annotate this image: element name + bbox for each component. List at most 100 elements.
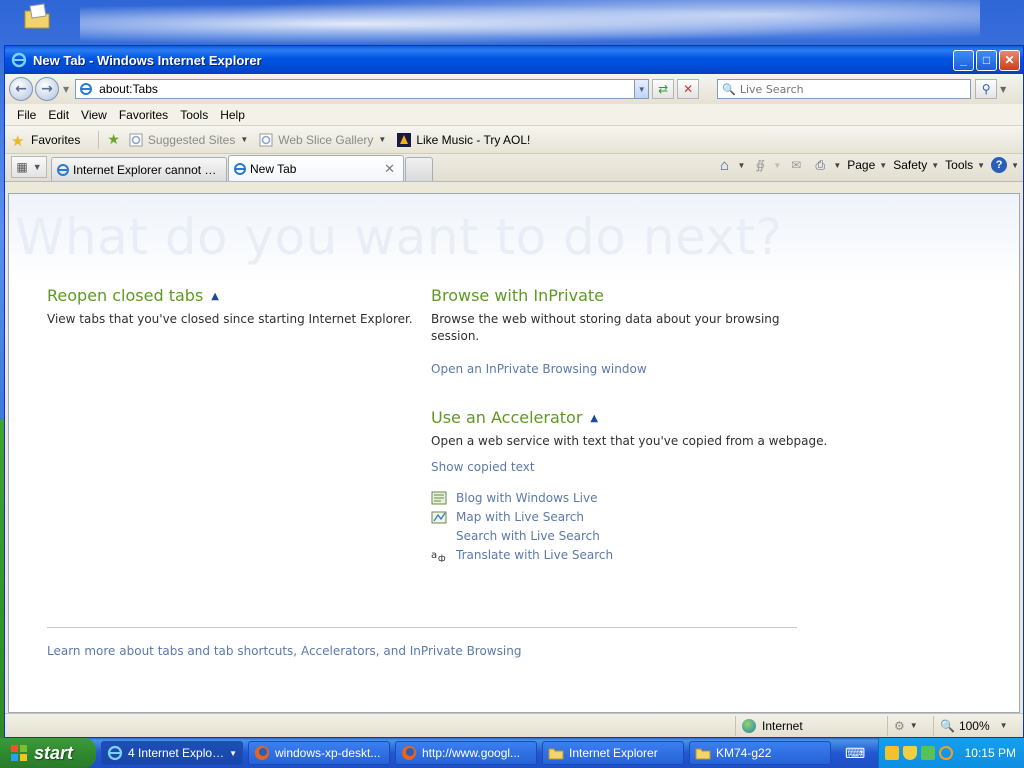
menu-file[interactable]: File	[11, 108, 42, 122]
favorites-button[interactable]: ★ Favorites	[11, 132, 81, 150]
printer-icon: ⎙	[815, 157, 826, 172]
taskbar: start 4 Internet Explorer ▼ windows-xp-d…	[0, 738, 1024, 768]
protected-mode-button[interactable]: ⚙ ▼	[887, 715, 933, 736]
keyboard-icon[interactable]: ⌨	[845, 745, 865, 762]
chevron-down-icon: ▼	[32, 162, 42, 172]
close-button[interactable]: ✕	[999, 49, 1020, 71]
home-button[interactable]: ⌂ ▼	[715, 156, 745, 174]
search-input[interactable]	[739, 82, 971, 96]
folder-icon	[695, 748, 711, 760]
quick-tabs-button[interactable]: ▦ ▼	[11, 156, 47, 178]
search-tray-icon[interactable]	[939, 746, 953, 760]
task-label: KM74-g22	[716, 746, 772, 760]
accelerator-heading[interactable]: Use an Accelerator ▲	[431, 408, 598, 427]
tab-label: New Tab	[250, 161, 297, 176]
search-box[interactable]: 🔍	[717, 79, 972, 99]
accelerator-search[interactable]: Search with Live Search	[431, 529, 600, 543]
accelerator-blog-label: Blog with Windows Live	[456, 491, 598, 505]
menu-favorites[interactable]: Favorites	[113, 108, 174, 122]
page-menu-button[interactable]: Page ▼	[847, 158, 887, 172]
menu-help[interactable]: Help	[214, 108, 251, 122]
menu-edit[interactable]: Edit	[42, 108, 75, 122]
magnifier-icon: ⚲	[981, 82, 991, 96]
refresh-button[interactable]: ⇄	[652, 79, 675, 99]
tray-tool-icon[interactable]	[885, 746, 899, 760]
minimize-button[interactable]: _	[953, 49, 974, 71]
star-icon: ★	[11, 132, 25, 150]
web-slice-gallery-label: Web Slice Gallery	[278, 132, 374, 147]
address-dropdown-button[interactable]: ▼	[634, 80, 649, 98]
chevron-down-icon: ▼	[977, 160, 986, 170]
chevron-up-icon: ▲	[211, 291, 219, 302]
start-button[interactable]: start	[0, 738, 96, 768]
accelerator-blog[interactable]: Blog with Windows Live	[431, 491, 598, 505]
firefox-icon	[402, 746, 416, 760]
tab-new-tab[interactable]: New Tab ✕	[228, 155, 404, 181]
ie-icon	[107, 745, 123, 761]
quick-tabs-icon: ▦	[16, 160, 28, 174]
search-accelerator-icon	[431, 529, 447, 543]
new-tab-button[interactable]	[405, 157, 433, 181]
suggested-sites-label: Suggested Sites	[147, 132, 236, 147]
clock[interactable]: 10:15 PM	[965, 746, 1016, 760]
menu-tools[interactable]: Tools	[174, 108, 214, 122]
page-content: What do you want to do next? Reopen clos…	[8, 193, 1020, 713]
help-button[interactable]: ? ▼	[991, 157, 1019, 173]
folder-icon	[548, 748, 564, 760]
show-copied-text-link[interactable]: Show copied text	[431, 460, 535, 474]
firefox-icon	[255, 746, 269, 760]
learn-more-link[interactable]: Learn more about tabs and tab shortcuts,…	[47, 644, 521, 658]
chevron-down-icon: ▼	[931, 160, 940, 170]
taskbar-item-ie-group[interactable]: 4 Internet Explorer ▼	[101, 741, 243, 765]
mail-icon: ✉	[791, 158, 802, 172]
close-tab-icon[interactable]: ✕	[384, 161, 395, 177]
title-bar[interactable]: New Tab - Windows Internet Explorer _ □ …	[5, 46, 1023, 74]
web-slice-gallery-button[interactable]: Web Slice Gallery ▼	[258, 132, 386, 148]
ie-tab-icon	[234, 162, 246, 175]
search-button[interactable]: ⚲	[975, 79, 998, 99]
windows-logo-icon	[11, 745, 27, 761]
security-zone[interactable]: Internet	[735, 715, 887, 736]
taskbar-item-firefox-2[interactable]: http://www.googl...	[395, 741, 537, 765]
tools-menu-button[interactable]: Tools ▼	[945, 158, 985, 172]
folder-desktop-icon[interactable]	[22, 2, 52, 32]
aol-music-link[interactable]: Like Music - Try AOL!	[396, 132, 530, 148]
suggested-sites-button[interactable]: Suggested Sites ▼	[128, 132, 248, 148]
search-options-dropdown[interactable]: ▼	[997, 85, 1009, 94]
shield-icon[interactable]	[903, 746, 917, 760]
feeds-button[interactable]: ∯ ▼	[751, 157, 782, 173]
content-divider	[47, 627, 797, 628]
add-to-favorites-bar-icon[interactable]: ★	[107, 131, 120, 148]
favorites-label: Favorites	[31, 132, 81, 147]
stop-button[interactable]: ✕	[677, 79, 700, 99]
menu-bar: File Edit View Favorites Tools Help	[5, 104, 1023, 126]
tab-ie-cannot-display[interactable]: Internet Explorer cannot dis...	[51, 157, 227, 181]
protected-mode-icon: ⚙	[894, 718, 905, 733]
read-mail-button[interactable]: ✉	[787, 157, 805, 173]
network-icon[interactable]	[921, 746, 935, 760]
ie-logo-icon	[11, 52, 27, 68]
safety-menu-button[interactable]: Safety ▼	[893, 158, 939, 172]
address-input[interactable]	[99, 82, 635, 96]
zoom-button[interactable]: 🔍 100% ▼	[933, 715, 1023, 736]
address-bar[interactable]: ▼	[75, 79, 650, 99]
accelerator-map[interactable]: Map with Live Search	[431, 510, 584, 524]
print-button[interactable]: ⎙ ▼	[811, 157, 842, 173]
inprivate-description-line1: Browse the web without storing data abou…	[431, 312, 780, 326]
chevron-down-icon: ▼	[999, 721, 1008, 730]
taskbar-item-folder-ie[interactable]: Internet Explorer	[542, 741, 684, 765]
back-button[interactable]: ←	[9, 77, 33, 101]
home-icon: ⌂	[719, 156, 729, 174]
ie-page-icon	[259, 133, 273, 146]
forward-button[interactable]: →	[35, 77, 59, 101]
taskbar-item-firefox-1[interactable]: windows-xp-deskt...	[248, 741, 390, 765]
command-bar: ⌂ ▼ ∯ ▼ ✉ ⎙ ▼ Page ▼ Safety ▼ Tools ▼ ? …	[715, 156, 1019, 174]
maximize-button[interactable]: □	[976, 49, 997, 71]
taskbar-item-folder-km74[interactable]: KM74-g22	[689, 741, 831, 765]
chevron-down-icon: ▼	[378, 135, 387, 144]
reopen-closed-tabs-heading[interactable]: Reopen closed tabs ▲	[47, 286, 219, 305]
menu-view[interactable]: View	[75, 108, 113, 122]
accelerator-translate[interactable]: a ф Translate with Live Search	[431, 548, 613, 562]
open-inprivate-link[interactable]: Open an InPrivate Browsing window	[431, 362, 647, 376]
recent-pages-dropdown[interactable]: ▼	[63, 85, 69, 94]
